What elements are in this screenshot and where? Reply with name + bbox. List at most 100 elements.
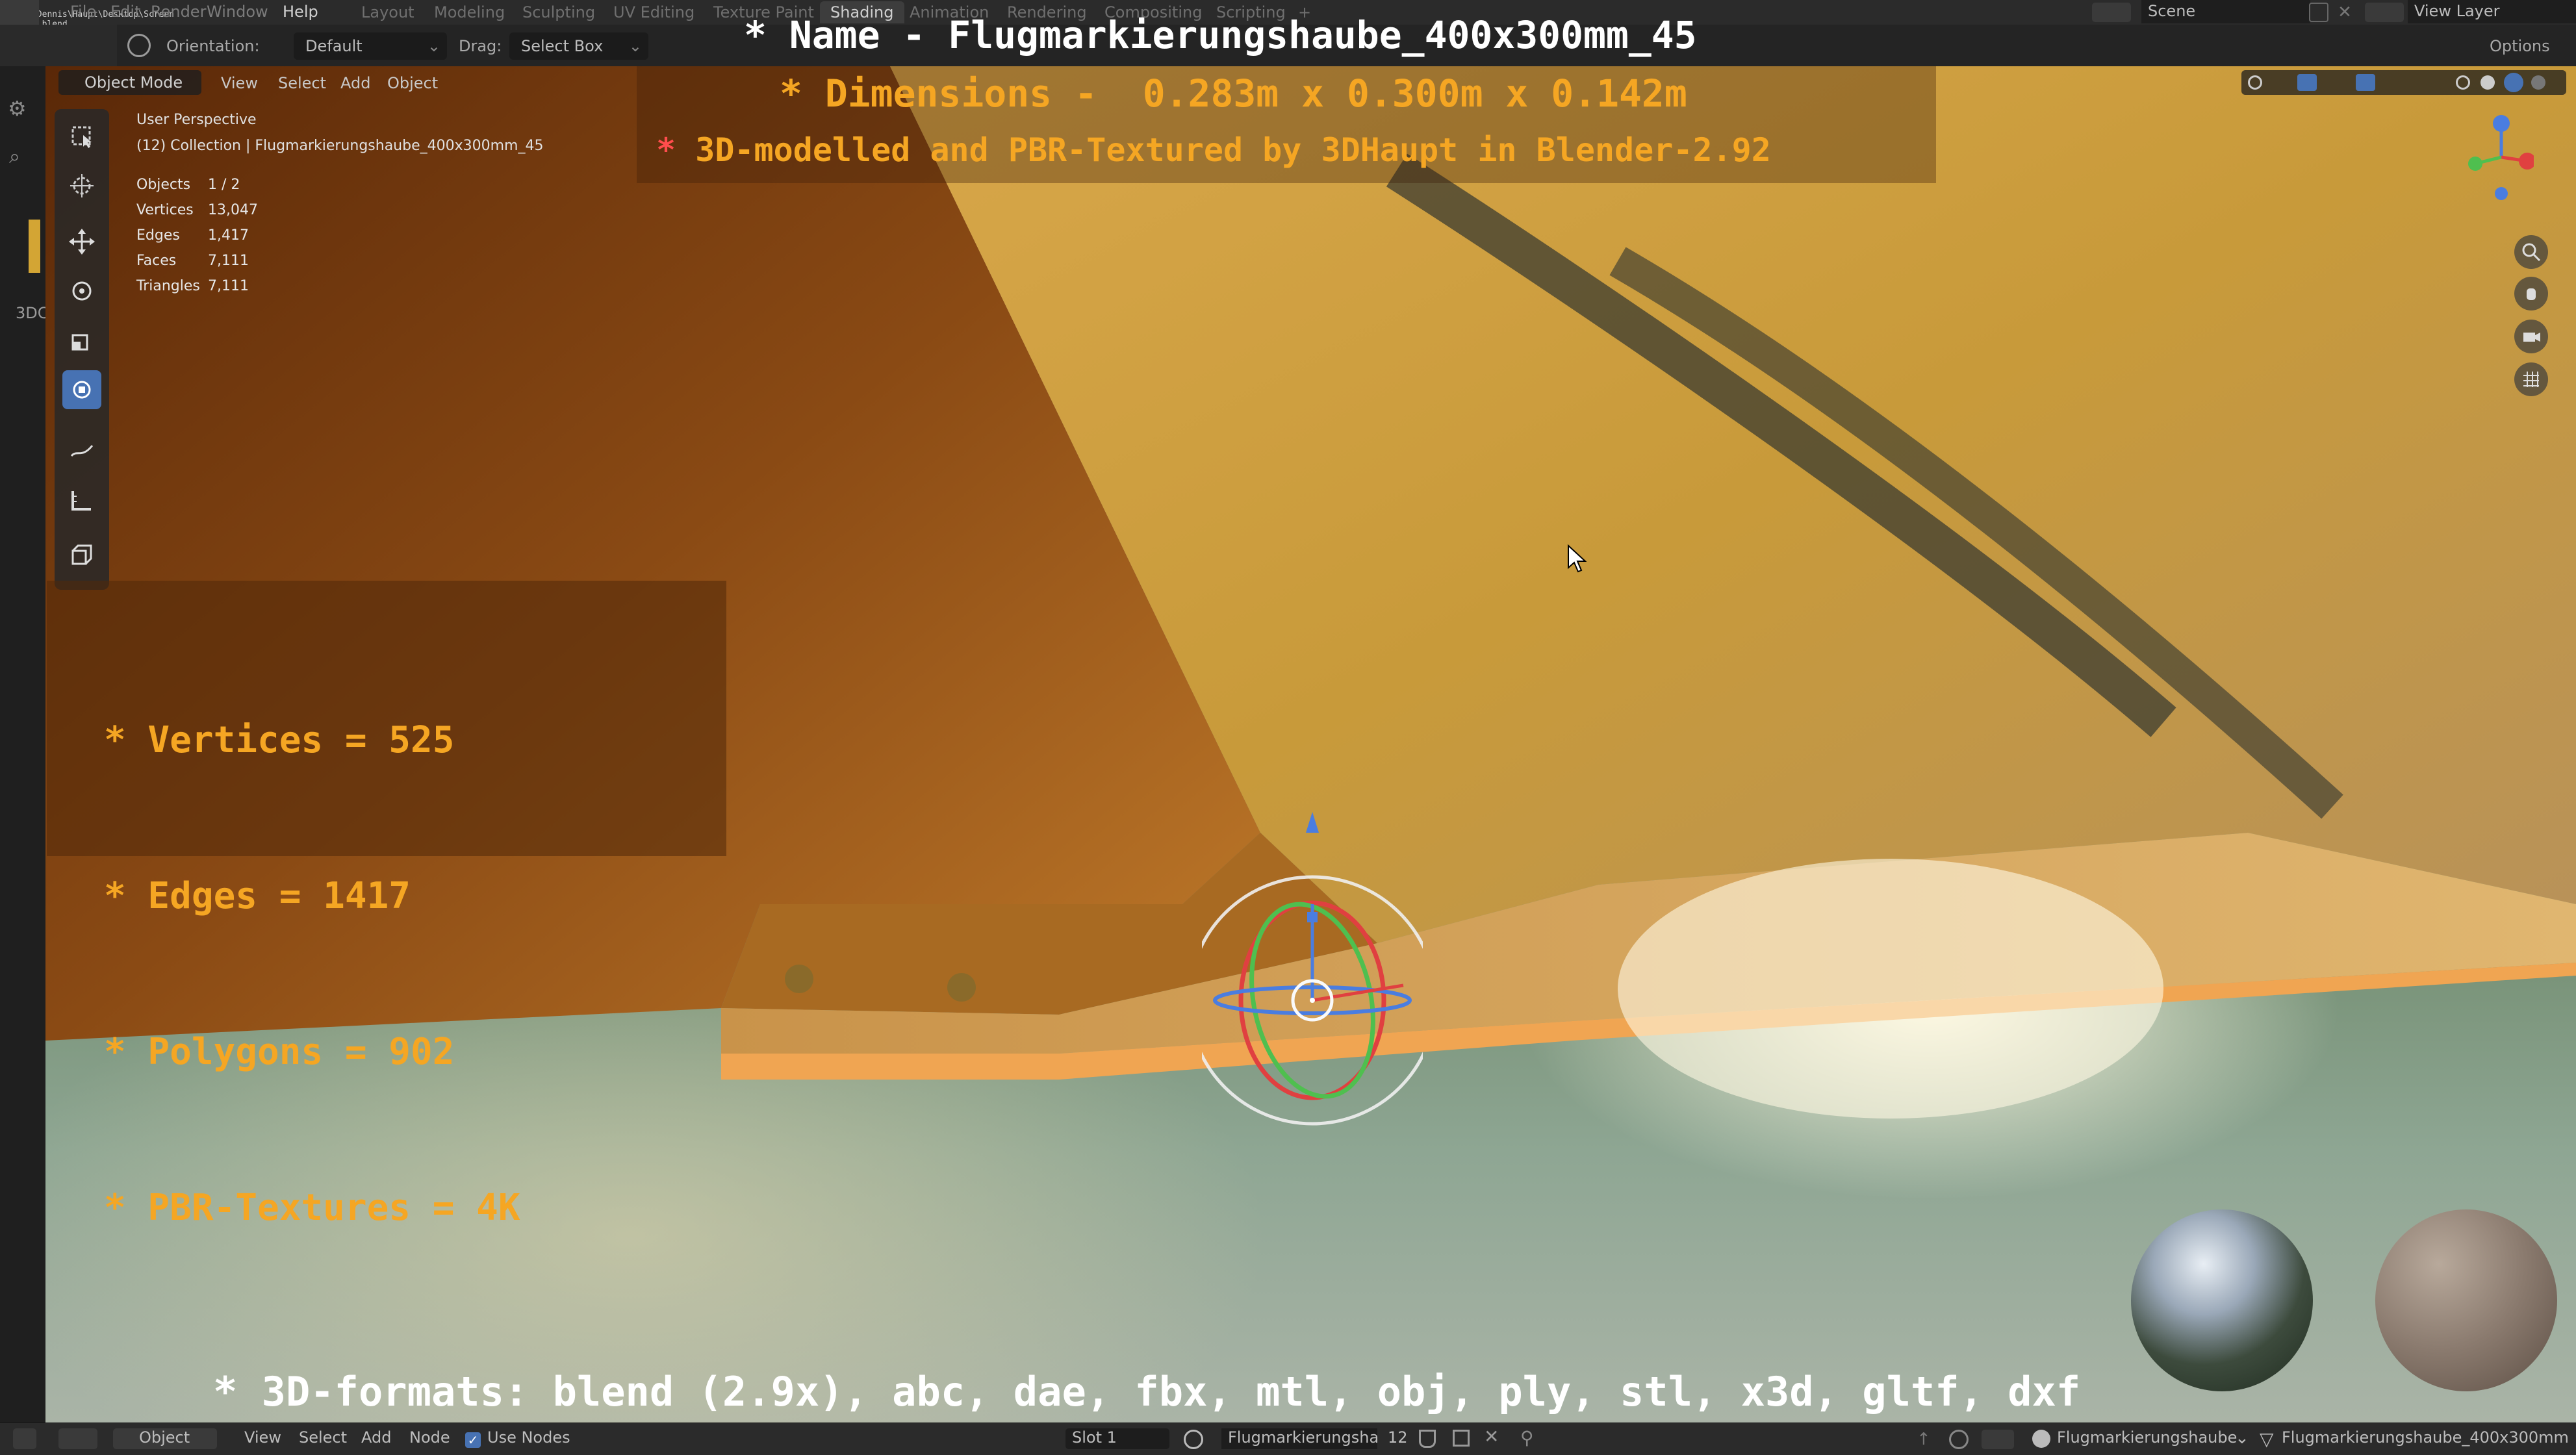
use-nodes-checkbox[interactable]: ✓	[465, 1432, 481, 1448]
rotate-tool-icon[interactable]	[62, 272, 101, 310]
view-layer-icon[interactable]	[2365, 3, 2404, 22]
active-object-name[interactable]: Flugmarkierungshaube	[2057, 1428, 2237, 1447]
new-scene-icon[interactable]	[2309, 3, 2328, 22]
add-menu[interactable]: Add	[340, 74, 370, 92]
menu-file[interactable]: File	[70, 3, 96, 21]
annotate-tool-icon[interactable]	[62, 431, 101, 470]
menu-render[interactable]: Render	[151, 3, 206, 21]
view-layer-field[interactable]: View Layer	[2408, 0, 2576, 23]
visibility-icon[interactable]	[2248, 75, 2262, 90]
fake-user-shield-icon[interactable]	[1419, 1430, 1436, 1448]
editor-type-icon[interactable]	[13, 1428, 36, 1449]
perspective-label: User Perspective	[136, 112, 257, 128]
editor-type-button[interactable]	[0, 25, 151, 66]
stat-value: 13,047	[208, 202, 258, 218]
stat-value: 7,111	[208, 278, 249, 294]
snap-icon[interactable]	[1949, 1430, 1969, 1449]
rendered-shading-icon[interactable]	[2531, 75, 2545, 90]
node-add-menu[interactable]: Add	[361, 1428, 391, 1447]
overlay-spec-polygons: * Polygons = 902	[104, 1031, 455, 1073]
side-label: 3DC	[16, 304, 49, 322]
orientation-value: Default	[305, 37, 363, 55]
transform-gizmo[interactable]	[1202, 755, 1423, 1145]
menu-window[interactable]: Window	[207, 3, 268, 21]
search-icon[interactable]: ⌕	[9, 146, 35, 171]
select-box-tool-icon[interactable]	[62, 117, 101, 156]
select-menu[interactable]: Select	[278, 74, 326, 92]
transform-pivot-icon[interactable]	[127, 34, 151, 57]
view-menu[interactable]: View	[221, 74, 258, 92]
settings-gear-icon[interactable]: ⚙	[8, 96, 34, 122]
overlay-spec-textures: * PBR-Textures = 4K	[104, 1187, 520, 1229]
stat-row: Edges 1,417	[136, 227, 279, 253]
collection-label: (12) Collection | Flugmarkierungshaube_4…	[136, 138, 544, 154]
chevron-down-icon: ⌄	[427, 37, 440, 55]
overlay-formats-line: * 3D-formats: blend (2.9x), abc, dae, fb…	[213, 1368, 2081, 1415]
unlink-material-icon[interactable]: ✕	[1484, 1426, 1499, 1447]
chevron-down-icon: ⌄	[2235, 1428, 2249, 1448]
shader-object-dropdown[interactable]: Object	[113, 1428, 217, 1449]
mouse-cursor-icon	[1568, 544, 1587, 573]
credit-asterisk: *	[656, 131, 676, 169]
scale-tool-icon[interactable]	[62, 321, 101, 360]
hdri-preview-sphere	[2131, 1209, 2313, 1391]
snap-element-icon[interactable]	[1982, 1430, 2014, 1449]
object-material-icon	[2032, 1430, 2050, 1448]
delete-scene-icon[interactable]: ✕	[2335, 3, 2354, 22]
duplicate-material-icon[interactable]	[1453, 1430, 1470, 1447]
stat-label: Objects	[136, 177, 191, 193]
scene-name-field[interactable]: Scene	[2141, 0, 2310, 23]
scene-statistics: Objects 1 / 2 Vertices 13,047 Edges 1,417 F…	[136, 177, 279, 303]
shader-type-icon[interactable]	[58, 1428, 97, 1449]
material-name-field[interactable]: Flugmarkierungshau...	[1221, 1428, 1377, 1449]
ortho-grid-icon[interactable]	[2514, 362, 2548, 396]
menu-help[interactable]: Help	[283, 3, 318, 21]
stat-row: Objects 1 / 2	[136, 177, 279, 202]
overlay-toggle-icon[interactable]	[2356, 74, 2375, 91]
options-dropdown[interactable]: Options	[2490, 32, 2550, 60]
tab-sculpting[interactable]: Sculpting	[512, 1, 606, 23]
stat-label: Vertices	[136, 202, 194, 218]
gizmo-toggle-icon[interactable]	[2297, 74, 2317, 91]
object-menu[interactable]: Object	[387, 74, 438, 92]
solid-shading-icon[interactable]	[2480, 75, 2495, 90]
pin-icon[interactable]: ⚲	[1520, 1427, 1534, 1449]
material-users-count[interactable]: 12	[1388, 1428, 1408, 1447]
menu-edit[interactable]: Edit	[110, 3, 140, 21]
overlay-credit-line: * 3D-modelled and PBR-Textured by 3DHaup…	[656, 131, 1771, 169]
measure-tool-icon[interactable]	[62, 481, 101, 520]
navigation-axes-gizmo[interactable]	[2462, 112, 2534, 203]
node-select-menu[interactable]: Select	[299, 1428, 347, 1447]
material-browse-icon[interactable]	[1184, 1430, 1203, 1449]
mesh-data-name[interactable]: Flugmarkierungshaube_400x300mm_45	[2282, 1428, 2568, 1447]
zoom-icon[interactable]	[2514, 235, 2548, 269]
node-view-menu[interactable]: View	[244, 1428, 281, 1447]
material-slot-dropdown[interactable]: Slot 1	[1065, 1428, 1169, 1449]
wireframe-shading-icon[interactable]	[2456, 75, 2470, 90]
pan-hand-icon[interactable]	[2514, 277, 2548, 310]
parent-node-tree-icon[interactable]: ↑	[1917, 1430, 1936, 1449]
scene-icon[interactable]	[2092, 3, 2131, 22]
tab-modeling[interactable]: Modeling	[424, 1, 515, 23]
object-mode-dropdown[interactable]: Object Mode	[58, 70, 201, 95]
add-cube-tool-icon[interactable]	[62, 537, 101, 576]
overlay-credit-text: * 3D-modelled and PBR-Textured by 3DHaup…	[656, 131, 1771, 169]
overlay-specs-list: * Vertices = 525 * Edges = 1417 * Polygo…	[104, 611, 520, 1286]
stat-value: 7,111	[208, 253, 249, 269]
stat-row: Triangles 7,111	[136, 278, 279, 303]
viewport-shading-controls[interactable]	[2241, 70, 2566, 95]
tab-layout[interactable]: Layout	[351, 1, 425, 23]
node-menu[interactable]: Node	[409, 1428, 450, 1447]
move-tool-icon[interactable]	[62, 222, 101, 261]
blender-logo-icon[interactable]	[0, 0, 39, 25]
drag-dropdown[interactable]: Select Box ⌄	[509, 32, 648, 60]
tab-uv-editing[interactable]: UV Editing	[603, 1, 705, 23]
node-editor-header: Object View Select Add Node ✓ Use Nodes …	[0, 1423, 2576, 1455]
material-preview-icon[interactable]	[2504, 73, 2523, 92]
overlay-spec-edges: * Edges = 1417	[104, 875, 411, 917]
transform-tool-icon[interactable]	[62, 370, 101, 409]
cursor-tool-icon[interactable]	[62, 166, 101, 205]
diffuse-preview-sphere	[2375, 1209, 2557, 1391]
orientation-dropdown[interactable]: Default ⌄	[294, 32, 447, 60]
camera-view-icon[interactable]	[2514, 320, 2548, 353]
